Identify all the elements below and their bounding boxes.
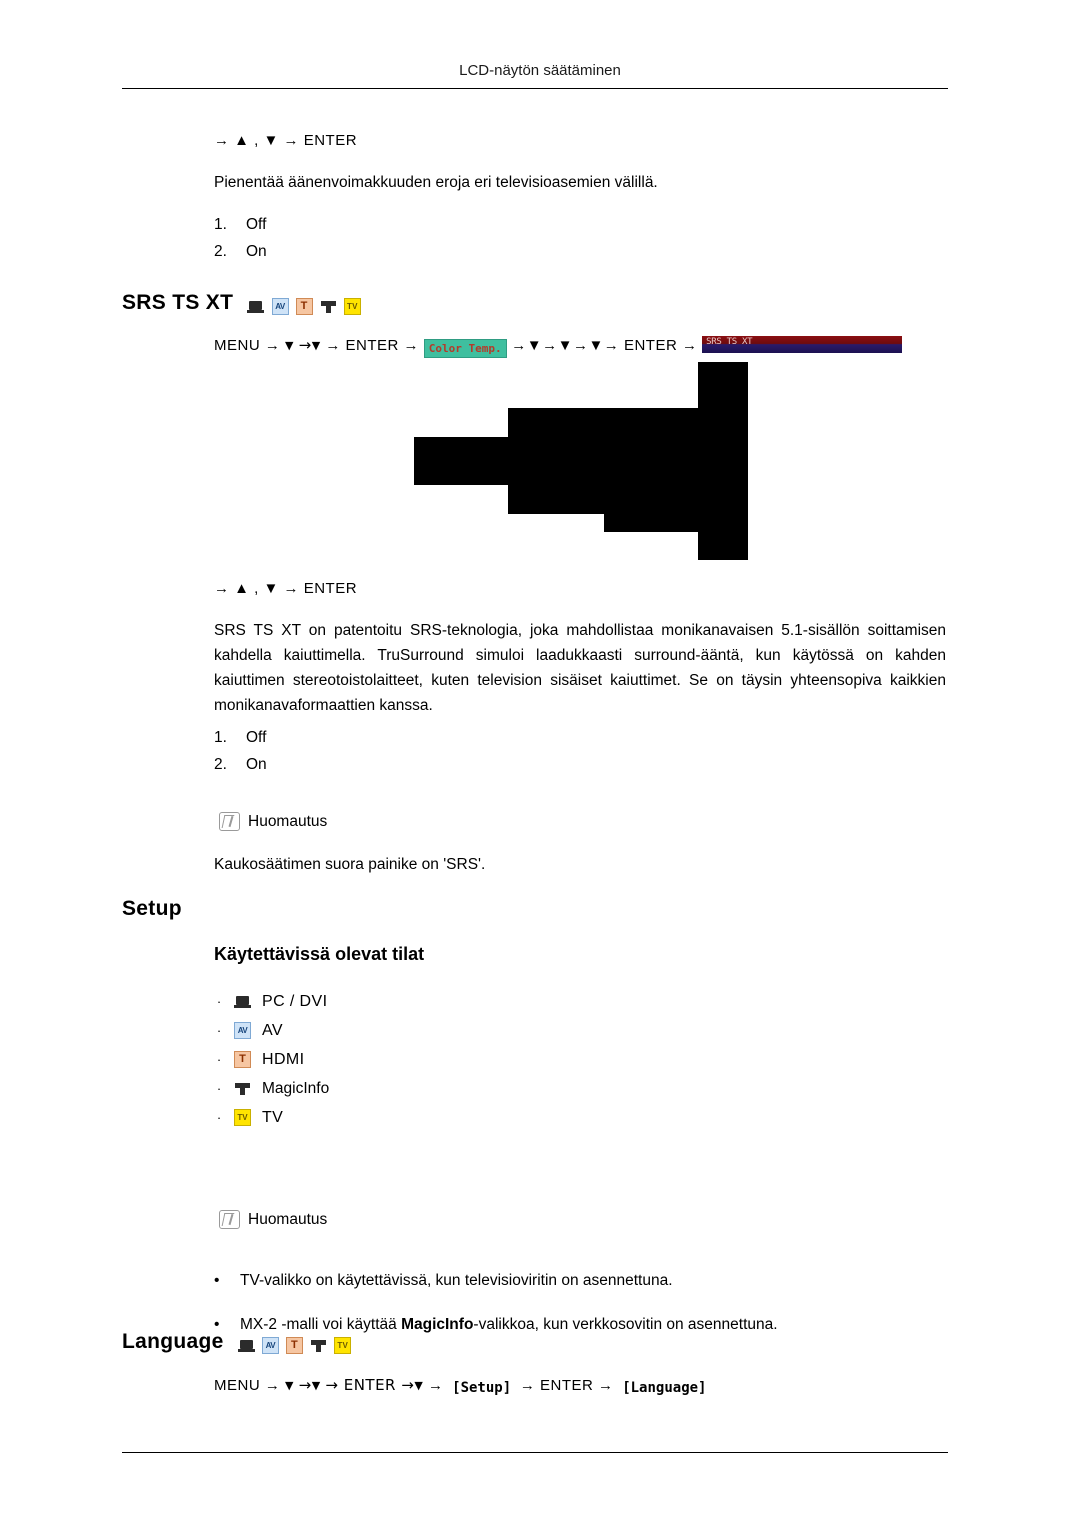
srs-heading-text: SRS TS XT [122,291,234,314]
srs-nav-path: → ▲ , ▼ → ENTER [214,580,358,597]
av-icon: AV [271,297,289,315]
magicinfo-icon [310,1336,328,1354]
color-temp-chip: Color Temp. [423,339,507,358]
list-item: · PC / DVI [214,987,329,1016]
setup-modes-list: · PC / DVI · AV AV · T HDMI · MagicInfo … [214,987,329,1132]
tv-icon: TV [334,1336,352,1354]
setup-chip: [Setup] [448,1380,516,1397]
list-item: 2. On [214,756,267,773]
language-heading-text: Language [122,1330,224,1353]
note-icon [219,1210,240,1229]
menu-path-middle: →▼→▼→▼→ ENTER → [511,337,698,354]
list-item: · MagicInfo [214,1074,329,1103]
auto-volume-description: Pienentää äänenvoimakkuuden eroja eri te… [214,174,658,191]
srs-osd-chip-label: SRS TS XT [706,337,753,347]
language-heading: Language AV T TV [122,1330,352,1357]
srs-note-text: Kaukosäätimen suora painike on 'SRS'. [214,856,486,873]
down-arrow-icon: ▼ [414,1379,424,1392]
note-label: Huomautus [248,1210,328,1228]
list-item: • TV-valikko on käytettävissä, kun telev… [214,1272,778,1290]
note-text: TV-valikko on käytettävissä, kun televis… [240,1272,673,1289]
footer-divider [122,1452,948,1453]
menu-path-enter: → [427,1377,444,1394]
bullet-dot: • [214,1272,220,1289]
pc-dvi-icon [234,993,251,1010]
av-icon: AV [234,1022,251,1039]
document-page: LCD-näytön säätäminen → ▲ , ▼ → ENTER Pi… [0,0,1080,1527]
down-arrow-icon: ▼ [311,339,321,352]
osd-image-block-1 [698,362,748,560]
down-arrow-icon: ▼ [285,1379,294,1392]
magicinfo-keyword: MagicInfo [401,1316,474,1333]
hdmi-icon: T [295,297,313,315]
language-menu-path: MENU → ▼ →▼ → ENTER →▼ → [Setup] → ENTER… [214,1376,711,1397]
bullet-dot: · [216,1023,222,1038]
auto-volume-nav-path: → ▲ , ▼ → ENTER [214,132,358,149]
srs-options: 1. Off 2. On [214,724,267,778]
list-item: · AV AV [214,1016,329,1045]
mode-label: HDMI [262,1050,305,1068]
tv-icon: TV [234,1109,251,1126]
pc-dvi-icon [237,1336,255,1354]
mode-label: PC / DVI [262,992,328,1010]
list-item: · T HDMI [214,1045,329,1074]
magicinfo-icon [319,297,337,315]
header-divider [122,88,948,89]
osd-image-block-3 [414,437,510,485]
pc-dvi-icon [247,297,265,315]
hdmi-icon: T [286,1336,303,1354]
page-header: LCD-näytön säätäminen [459,62,621,79]
setup-heading: Setup [122,897,182,920]
list-item: 1. Off [214,729,267,746]
note-label: Huomautus [248,812,328,830]
srs-note-header: Huomautus [219,812,327,831]
av-icon: AV [261,1336,279,1354]
osd-image-block-2 [508,408,700,514]
menu-path-prefix: MENU → [214,1377,281,1394]
arrow-icon: → ENTER → [325,1376,415,1394]
menu-path-enter: → ENTER → [325,337,420,354]
magicinfo-icon [234,1080,251,1097]
arrow-icon: → [298,1376,312,1394]
down-arrow-icon: ▼ [285,339,294,352]
language-chip: [Language] [618,1380,711,1397]
bullet-dot: · [216,1110,222,1125]
srs-description: SRS TS XT on patentoitu SRS-teknologia, … [214,622,946,714]
osd-image-block-4 [604,512,700,532]
bullet-dot: · [216,1081,222,1096]
srs-menu-path: MENU → ▼ →▼ → ENTER → Color Temp. →▼→▼→▼… [214,336,903,358]
bullet-dot: · [216,994,222,1009]
arrow-icon: → [298,336,312,354]
setup-note-header: Huomautus [219,1210,327,1229]
mode-label: AV [262,1021,283,1039]
menu-path-middle: → ENTER → [519,1377,614,1394]
mode-icon-group: AV T TV [247,294,362,318]
bullet-dot: · [216,1052,222,1067]
down-arrow-icon: ▼ [311,1379,321,1392]
list-item: 2. On [214,243,267,260]
hdmi-icon: T [234,1051,251,1068]
setup-subheading: Käytettävissä olevat tilat [214,944,425,964]
tv-icon: TV [343,297,361,315]
list-item: 1. Off [214,216,267,233]
note-icon [219,812,240,831]
mode-label: MagicInfo [262,1079,330,1097]
mode-icon-group: AV T TV [237,1333,353,1357]
srs-osd-chip: SRS TS XT [702,336,903,353]
menu-path-prefix: MENU → [214,337,281,354]
auto-volume-options: 1. Off 2. On [214,211,267,265]
list-item: · TV TV [214,1103,329,1132]
mode-label: TV [262,1108,284,1126]
srs-heading: SRS TS XT AV T TV [122,291,362,318]
